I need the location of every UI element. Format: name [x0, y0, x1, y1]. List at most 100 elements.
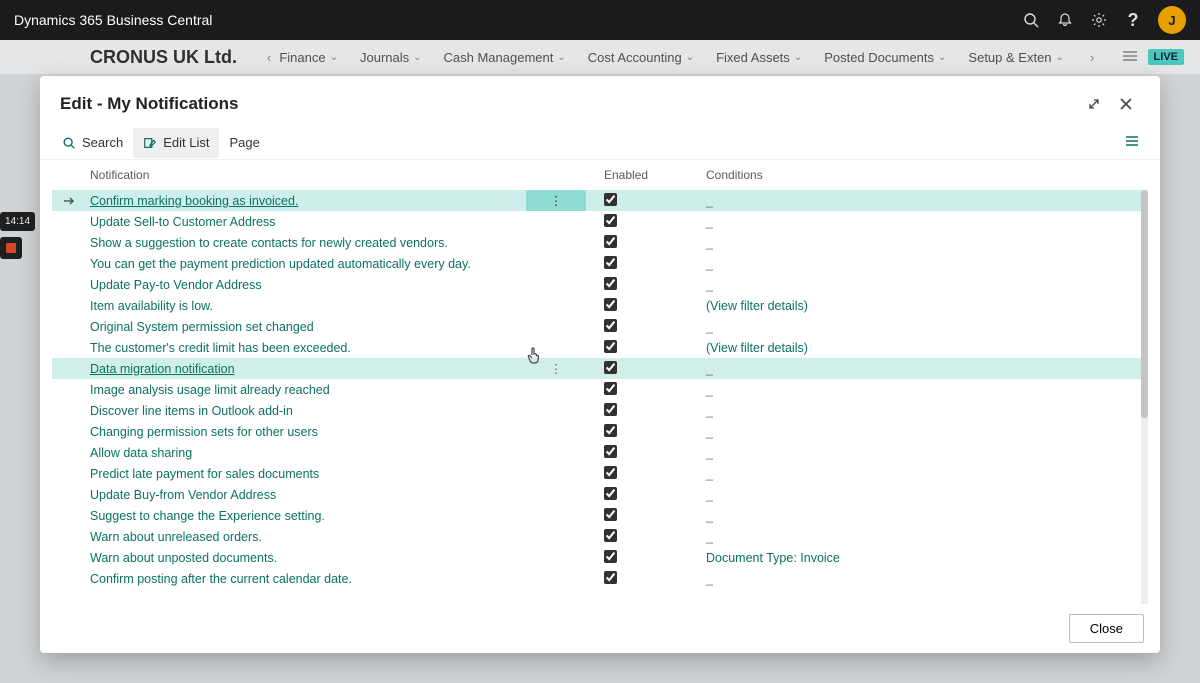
close-icon[interactable]: [1112, 90, 1140, 118]
enabled-checkbox[interactable]: [604, 214, 617, 227]
col-header-notification[interactable]: Notification: [86, 168, 526, 182]
notification-link[interactable]: Discover line items in Outlook add-in: [90, 404, 293, 418]
app-bar: Dynamics 365 Business Central ? J: [0, 0, 1200, 40]
col-header-conditions[interactable]: Conditions: [676, 168, 1148, 182]
notification-link[interactable]: Allow data sharing: [90, 446, 192, 460]
notification-link[interactable]: Suggest to change the Experience setting…: [90, 509, 325, 523]
search-icon[interactable]: [1014, 0, 1048, 40]
notification-link[interactable]: Update Sell-to Customer Address: [90, 215, 276, 229]
enabled-checkbox[interactable]: [604, 277, 617, 290]
enabled-checkbox[interactable]: [604, 445, 617, 458]
notification-link[interactable]: The customer's credit limit has been exc…: [90, 341, 351, 355]
enabled-checkbox[interactable]: [604, 403, 617, 416]
table-row[interactable]: Show a suggestion to create contacts for…: [52, 232, 1148, 253]
help-icon[interactable]: ?: [1116, 0, 1150, 40]
gear-icon[interactable]: [1082, 0, 1116, 40]
condition-cell[interactable]: (View filter details): [706, 341, 808, 355]
table-row[interactable]: Suggest to change the Experience setting…: [52, 505, 1148, 526]
table-row[interactable]: Allow data sharing⋮_: [52, 442, 1148, 463]
table-row[interactable]: Item availability is low.⋮(View filter d…: [52, 295, 1148, 316]
table-row[interactable]: Discover line items in Outlook add-in⋮_: [52, 400, 1148, 421]
edit-list-button[interactable]: Edit List: [133, 128, 219, 158]
row-actions-icon[interactable]: ⋮: [526, 190, 586, 211]
notifications-grid: Notification Enabled Conditions Confirm …: [40, 160, 1160, 604]
table-row[interactable]: Changing permission sets for other users…: [52, 421, 1148, 442]
condition-cell: _: [706, 425, 713, 439]
notification-link[interactable]: Warn about unposted documents.: [90, 551, 277, 565]
col-header-enabled[interactable]: Enabled: [586, 168, 676, 182]
enabled-checkbox[interactable]: [604, 424, 617, 437]
avatar[interactable]: J: [1158, 6, 1186, 34]
table-row[interactable]: Update Sell-to Customer Address⋮_: [52, 211, 1148, 232]
notification-link[interactable]: Warn about unreleased orders.: [90, 530, 262, 544]
condition-cell: _: [706, 446, 713, 460]
notification-link[interactable]: Item availability is low.: [90, 299, 213, 313]
table-row[interactable]: Update Buy-from Vendor Address⋮_: [52, 484, 1148, 505]
condition-cell[interactable]: Document Type: Invoice: [706, 551, 840, 565]
modal-header: Edit - My Notifications: [40, 76, 1160, 126]
grid-header: Notification Enabled Conditions: [52, 160, 1148, 190]
condition-cell: _: [706, 572, 713, 586]
page-button[interactable]: Page: [219, 128, 269, 158]
enabled-checkbox[interactable]: [604, 508, 617, 521]
condition-cell: _: [706, 488, 713, 502]
page-label: Page: [229, 135, 259, 150]
table-row[interactable]: Confirm marking booking as invoiced.⋮_: [52, 190, 1148, 211]
condition-cell: _: [706, 383, 713, 397]
scrollbar[interactable]: [1141, 190, 1148, 604]
enabled-checkbox[interactable]: [604, 361, 617, 374]
table-row[interactable]: Warn about unposted documents.⋮Document …: [52, 547, 1148, 568]
condition-cell: _: [706, 257, 713, 271]
notification-link[interactable]: Update Buy-from Vendor Address: [90, 488, 276, 502]
table-row[interactable]: The customer's credit limit has been exc…: [52, 337, 1148, 358]
row-actions-icon[interactable]: ⋮: [526, 361, 586, 376]
search-button[interactable]: Search: [52, 128, 133, 158]
search-label: Search: [82, 135, 123, 150]
bell-icon[interactable]: [1048, 0, 1082, 40]
table-row[interactable]: Predict late payment for sales documents…: [52, 463, 1148, 484]
table-row[interactable]: Data migration notification ⋮ _: [52, 358, 1148, 379]
notification-link[interactable]: Confirm marking booking as invoiced.: [90, 194, 298, 208]
enabled-checkbox[interactable]: [604, 571, 617, 584]
enabled-checkbox[interactable]: [604, 319, 617, 332]
table-row[interactable]: Image analysis usage limit already reach…: [52, 379, 1148, 400]
table-row[interactable]: Warn about unreleased orders.⋮_: [52, 526, 1148, 547]
enabled-checkbox[interactable]: [604, 529, 617, 542]
condition-cell: _: [706, 530, 713, 544]
restore-window-icon[interactable]: [1080, 90, 1108, 118]
enabled-checkbox[interactable]: [604, 550, 617, 563]
table-row[interactable]: Update Pay-to Vendor Address⋮_: [52, 274, 1148, 295]
modal-footer: Close: [40, 604, 1160, 653]
notification-link[interactable]: Data migration notification: [90, 362, 235, 376]
enabled-checkbox[interactable]: [604, 382, 617, 395]
notification-link[interactable]: Show a suggestion to create contacts for…: [90, 236, 448, 250]
close-button[interactable]: Close: [1069, 614, 1144, 643]
condition-cell: _: [706, 362, 713, 376]
enabled-checkbox[interactable]: [604, 256, 617, 269]
condition-cell: _: [706, 509, 713, 523]
condition-cell[interactable]: (View filter details): [706, 299, 808, 313]
list-view-icon[interactable]: [1116, 133, 1148, 152]
notification-link[interactable]: Changing permission sets for other users: [90, 425, 318, 439]
enabled-checkbox[interactable]: [604, 235, 617, 248]
enabled-checkbox[interactable]: [604, 340, 617, 353]
modal-toolbar: Search Edit List Page: [40, 126, 1160, 160]
enabled-checkbox[interactable]: [604, 466, 617, 479]
table-row[interactable]: Original System permission set changed⋮_: [52, 316, 1148, 337]
enabled-checkbox[interactable]: [604, 193, 617, 206]
edit-list-label: Edit List: [163, 135, 209, 150]
condition-cell: _: [706, 215, 713, 229]
enabled-checkbox[interactable]: [604, 298, 617, 311]
notification-link[interactable]: Original System permission set changed: [90, 320, 314, 334]
notification-link[interactable]: You can get the payment prediction updat…: [90, 257, 471, 271]
table-row[interactable]: You can get the payment prediction updat…: [52, 253, 1148, 274]
condition-cell: _: [706, 404, 713, 418]
table-row[interactable]: Confirm posting after the current calend…: [52, 568, 1148, 589]
notification-link[interactable]: Predict late payment for sales documents: [90, 467, 319, 481]
notification-link[interactable]: Update Pay-to Vendor Address: [90, 278, 262, 292]
notification-link[interactable]: Image analysis usage limit already reach…: [90, 383, 330, 397]
enabled-checkbox[interactable]: [604, 487, 617, 500]
modal-edit-notifications: Edit - My Notifications Search Edit List…: [40, 76, 1160, 653]
condition-cell: _: [706, 467, 713, 481]
notification-link[interactable]: Confirm posting after the current calend…: [90, 572, 352, 586]
